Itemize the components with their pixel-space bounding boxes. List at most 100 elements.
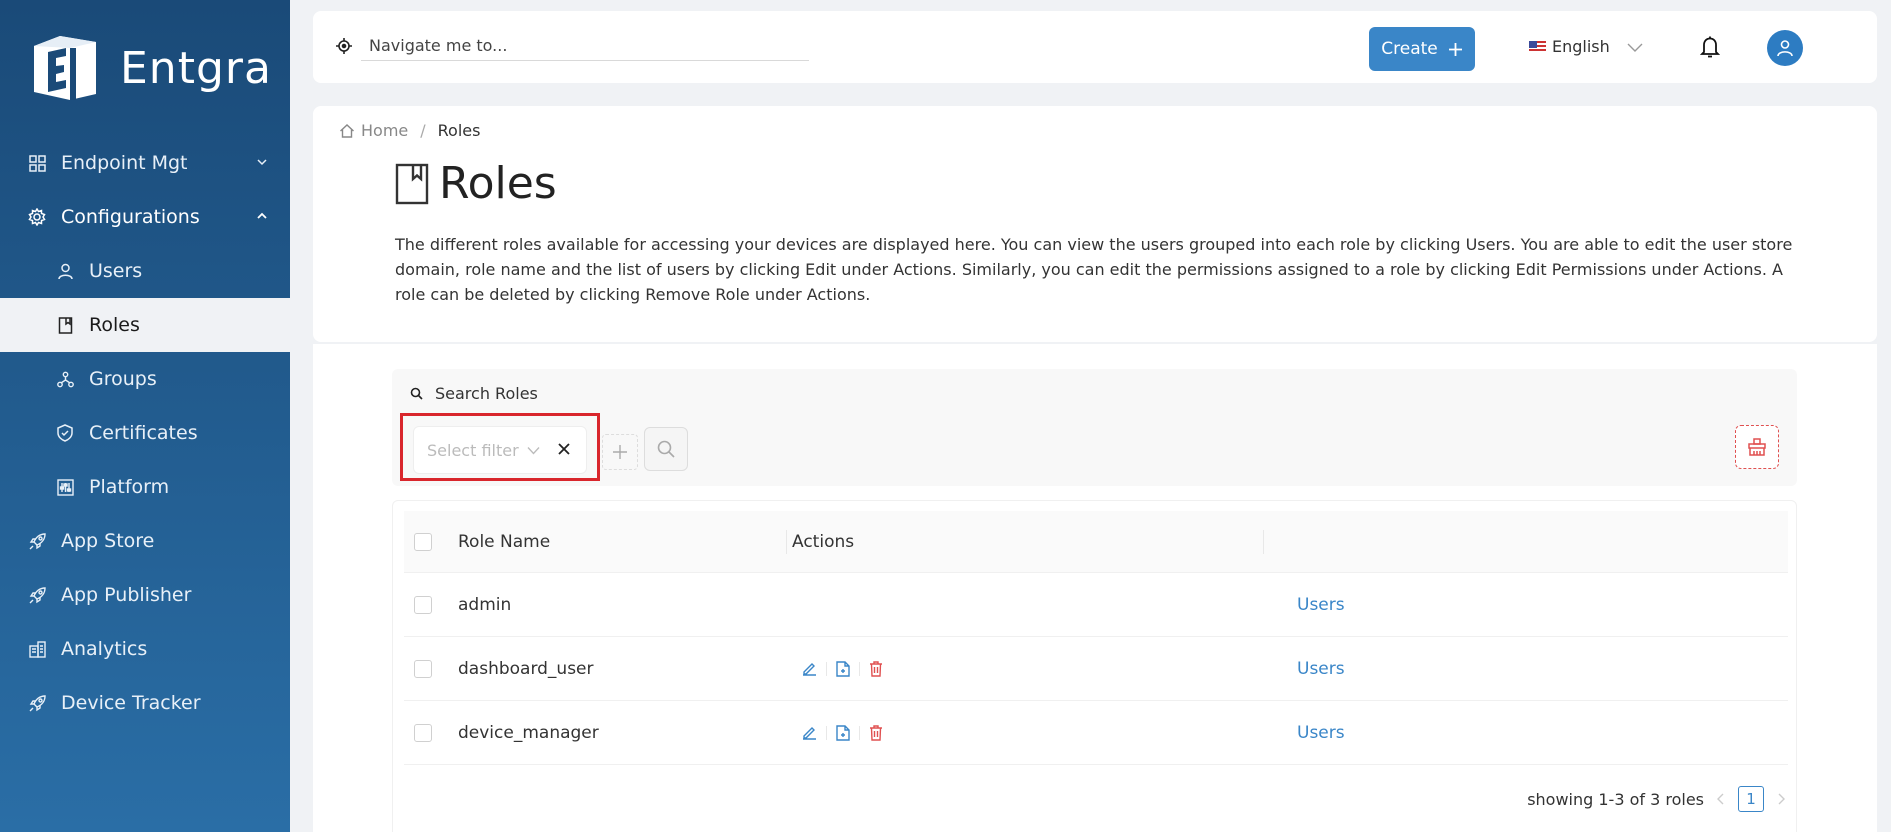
search-icon bbox=[410, 387, 423, 400]
user-icon bbox=[1777, 40, 1793, 57]
edit-permissions-icon[interactable] bbox=[836, 724, 850, 741]
sidebar-item-label: Analytics bbox=[61, 638, 148, 660]
table-row: device_manager Users bbox=[404, 701, 1788, 765]
add-filter-button[interactable] bbox=[602, 434, 638, 470]
book-icon bbox=[55, 315, 75, 335]
select-all-checkbox[interactable] bbox=[414, 532, 432, 551]
chevron-down-icon bbox=[1627, 43, 1643, 52]
chevron-left-icon[interactable] bbox=[1716, 793, 1726, 805]
row-checkbox[interactable] bbox=[414, 659, 432, 678]
brand-name: Entgra bbox=[120, 42, 272, 94]
sidebar-item-label: Groups bbox=[89, 368, 157, 390]
action-divider bbox=[826, 661, 827, 676]
row-checkbox[interactable] bbox=[414, 723, 432, 742]
edit-permissions-icon[interactable] bbox=[836, 660, 850, 677]
role-name: admin bbox=[458, 594, 512, 615]
sidebar-item-app-publisher[interactable]: App Publisher bbox=[0, 568, 290, 622]
navigate-search bbox=[335, 31, 809, 61]
row-actions bbox=[802, 724, 883, 741]
row-actions bbox=[802, 660, 883, 677]
sidebar-item-users[interactable]: Users bbox=[0, 244, 290, 298]
table-row: dashboard_user Users bbox=[404, 637, 1788, 701]
header-role-name[interactable]: Role Name bbox=[458, 532, 550, 552]
building-icon bbox=[27, 639, 47, 659]
grid-icon bbox=[27, 153, 47, 173]
sidebar-item-endpoint-mgt[interactable]: Endpoint Mgt bbox=[0, 136, 290, 190]
search-icon bbox=[657, 440, 675, 458]
sidebar-item-label: Certificates bbox=[89, 422, 198, 444]
language-select[interactable]: English bbox=[1529, 37, 1644, 56]
chevron-right-icon[interactable] bbox=[1776, 793, 1786, 805]
top-header: Create English bbox=[313, 11, 1877, 83]
plus-icon bbox=[1448, 42, 1462, 56]
plus-icon bbox=[613, 445, 627, 459]
chevron-up-icon bbox=[257, 212, 267, 219]
pagination: showing 1-3 of 3 roles 1 bbox=[1527, 786, 1786, 812]
sliders-icon bbox=[55, 477, 75, 497]
brand-logo[interactable]: Entgra bbox=[30, 34, 272, 102]
breadcrumb-home[interactable]: Home bbox=[361, 121, 408, 140]
shield-icon bbox=[55, 423, 75, 443]
sidebar-item-label: Configurations bbox=[61, 206, 200, 228]
role-name: dashboard_user bbox=[458, 658, 594, 679]
rocket-icon bbox=[27, 693, 47, 713]
sidebar-item-device-tracker[interactable]: Device Tracker bbox=[0, 676, 290, 730]
edit-icon[interactable] bbox=[802, 725, 817, 740]
page-number[interactable]: 1 bbox=[1738, 786, 1764, 812]
filter-placeholder: Select filter bbox=[427, 441, 540, 460]
edit-icon[interactable] bbox=[802, 661, 817, 676]
action-divider bbox=[859, 725, 860, 740]
create-button[interactable]: Create bbox=[1369, 27, 1475, 71]
sidebar-item-analytics[interactable]: Analytics bbox=[0, 622, 290, 676]
sidebar-item-label: Users bbox=[89, 260, 143, 282]
sidebar-item-roles[interactable]: Roles bbox=[0, 298, 290, 352]
rocket-icon bbox=[27, 585, 47, 605]
table-row: admin Users bbox=[404, 573, 1788, 637]
sidebar-item-label: Endpoint Mgt bbox=[61, 152, 188, 174]
sidebar-item-label: Device Tracker bbox=[61, 692, 201, 714]
breadcrumb-separator: / bbox=[420, 121, 426, 140]
page-description: The different roles available for access… bbox=[395, 235, 1793, 304]
chevron-down-icon bbox=[257, 159, 267, 166]
page-header: Home / Roles Roles The different roles a… bbox=[313, 106, 1877, 342]
breadcrumb-current: Roles bbox=[437, 121, 481, 140]
search-panel: Search Roles Select filter bbox=[392, 369, 1797, 486]
row-checkbox[interactable] bbox=[414, 595, 432, 614]
broom-icon bbox=[1748, 438, 1766, 456]
search-button[interactable] bbox=[644, 427, 688, 471]
sidebar-item-platform[interactable]: Platform bbox=[0, 460, 290, 514]
book-icon bbox=[395, 163, 429, 204]
clear-filters-button[interactable] bbox=[1735, 425, 1779, 469]
delete-icon[interactable] bbox=[869, 660, 883, 677]
chevron-down-icon bbox=[527, 446, 540, 454]
users-link[interactable]: Users bbox=[1297, 595, 1345, 615]
header-actions: Actions bbox=[792, 531, 855, 552]
gear-icon bbox=[27, 207, 47, 227]
sidebar-item-label: App Store bbox=[61, 530, 155, 552]
breadcrumb: Home / Roles bbox=[339, 121, 480, 140]
close-icon[interactable] bbox=[556, 441, 572, 457]
column-divider bbox=[1263, 530, 1264, 554]
filter-select[interactable]: Select filter bbox=[413, 426, 587, 474]
create-button-label: Create bbox=[1381, 39, 1438, 59]
page-title-text: Roles bbox=[439, 158, 557, 209]
action-divider bbox=[859, 661, 860, 676]
crosshair-icon bbox=[336, 38, 352, 54]
navigate-input[interactable] bbox=[361, 31, 809, 61]
avatar[interactable] bbox=[1767, 30, 1803, 66]
home-icon bbox=[340, 123, 354, 138]
users-link[interactable]: Users bbox=[1297, 723, 1345, 743]
sidebar-item-certificates[interactable]: Certificates bbox=[0, 406, 290, 460]
entgra-logo-icon bbox=[34, 36, 96, 100]
table-header: Role Name Actions bbox=[404, 511, 1788, 573]
rocket-icon bbox=[27, 531, 47, 551]
sidebar-nav: Endpoint Mgt Configurations Users Roles bbox=[0, 136, 290, 730]
delete-icon[interactable] bbox=[869, 724, 883, 741]
sidebar-item-groups[interactable]: Groups bbox=[0, 352, 290, 406]
sidebar-item-app-store[interactable]: App Store bbox=[0, 514, 290, 568]
bell-icon[interactable] bbox=[1700, 35, 1720, 59]
search-roles-label: Search Roles bbox=[410, 384, 538, 403]
sidebar-item-configurations[interactable]: Configurations bbox=[0, 190, 290, 244]
sidebar-item-label: Roles bbox=[89, 314, 140, 336]
users-link[interactable]: Users bbox=[1297, 659, 1345, 679]
